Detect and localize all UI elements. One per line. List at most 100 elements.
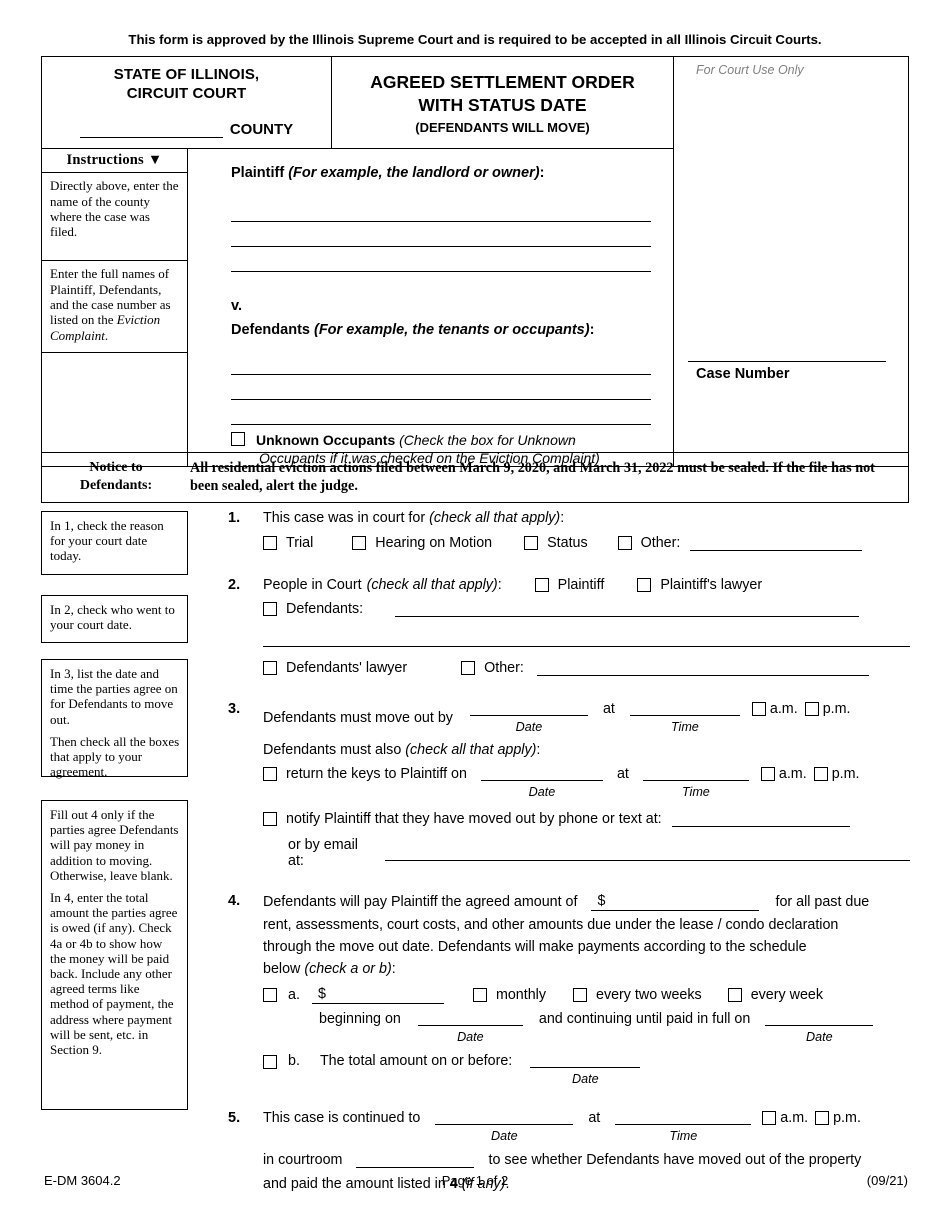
keys-date-caption: Date [528,785,556,800]
instruction-cell-names: Enter the full names of Plaintiff, Defen… [42,261,187,354]
notify-email-input[interactable] [385,846,910,861]
item-1-option-trial[interactable]: Trial [263,535,313,551]
frequency-monthly-option[interactable]: monthly [472,987,546,1003]
unknown-occupants-checkbox[interactable] [231,432,245,447]
plaintiff-hint: (For example, the landlord or owner) [288,165,540,182]
plaintiff-label: Plaintiff (For example, the landlord or … [231,165,545,182]
defendants-present-checkbox[interactable] [263,602,277,616]
item-3-also-lead: Defendants must also (check all that app… [263,742,910,758]
return-keys-checkbox[interactable] [263,767,277,782]
item-1-option-hearing[interactable]: Hearing on Motion [352,535,492,551]
notice-label-line-2: Defendants: [79,477,153,493]
trial-label: Trial [286,535,314,551]
keys-date-input[interactable] [480,766,603,782]
court-identification: STATE OF ILLINOIS, CIRCUIT COURT COUNTY [42,57,332,149]
plaintiff-input-line-2[interactable] [231,222,651,248]
defendants-present-input-2[interactable] [263,632,910,647]
final-date-field: Date [765,1011,874,1044]
notice-label: Notice to Defendants: [42,459,190,495]
defendants-input-line-1[interactable] [231,350,651,376]
notify-checkbox[interactable] [263,812,277,827]
item-5-number: 5. [228,1109,241,1126]
plaintiff-present-checkbox[interactable] [534,578,549,592]
continued-time-input[interactable] [615,1110,752,1125]
plaintiff-lawyer-checkbox[interactable] [637,578,652,592]
final-date-input[interactable] [765,1011,874,1027]
moveout-time-input[interactable] [629,701,740,716]
defendants-input-line-3[interactable] [231,400,651,426]
keys-pm-checkbox[interactable] [813,767,828,782]
total-due-date-input[interactable] [530,1053,641,1068]
keys-pm-label: p.m. [831,766,860,783]
moveout-pm-label: p.m. [822,701,851,717]
item-1-option-other[interactable]: Other: [617,535,680,551]
defendants-present-input-1[interactable] [395,602,860,617]
item-4-text-e-colon: : [391,961,396,978]
moveout-am-option[interactable]: a.m. [751,701,798,717]
option-a-checkbox[interactable] [263,988,277,1003]
item-4-text-a: Defendants will pay Plaintiff the agreed… [263,894,578,911]
keys-am-checkbox[interactable] [760,767,775,782]
item-3: 3. Defendants must move out by Date at T… [228,701,910,869]
item-1-option-status[interactable]: Status [524,535,588,551]
defendants-lawyer-checkbox[interactable] [263,661,277,675]
county-input-blank[interactable] [79,122,223,139]
continued-pm-option[interactable]: p.m. [815,1110,861,1126]
instruction-text-names-tail: . [104,327,109,343]
instruction-cell-empty [42,353,187,419]
item-4a-schedule-row: beginning on Date and continuing until p… [263,1011,910,1044]
continued-pm-checkbox[interactable] [815,1110,830,1125]
other-person-checkbox[interactable] [461,661,476,675]
item-2-option-other[interactable]: Other: [461,660,524,676]
other-reason-input[interactable] [690,536,863,551]
other-person-input[interactable] [536,661,869,676]
keys-pm-option[interactable]: p.m. [813,766,860,783]
item-2-option-defendants-lawyer[interactable]: Defendants' lawyer [263,660,407,676]
plaintiff-input-line-1[interactable] [231,197,651,223]
installment-amount-input[interactable]: $ [311,986,444,1005]
keys-am-option[interactable]: a.m. [760,766,807,782]
plaintiff-input-line-3[interactable] [231,247,651,273]
moveout-pm-option[interactable]: p.m. [804,701,851,717]
agreed-amount-input[interactable]: $ [591,893,760,912]
continued-am-checkbox[interactable] [762,1110,777,1125]
moveout-date-input[interactable] [469,701,588,716]
keys-time-input[interactable] [642,766,749,782]
item-3-notify-row: notify Plaintiff that they have moved ou… [263,811,910,827]
item-2-option-plaintiff[interactable]: Plaintiff [534,577,604,593]
trial-checkbox[interactable] [263,536,277,550]
hearing-on-motion-checkbox[interactable] [352,536,367,550]
other-reason-checkbox[interactable] [617,536,632,550]
total-due-date-caption: Date [571,1071,599,1086]
moveout-am-checkbox[interactable] [751,702,766,716]
option-b-checkbox[interactable] [263,1054,277,1069]
notify-option[interactable]: notify Plaintiff that they have moved ou… [263,811,662,827]
status-checkbox[interactable] [524,536,539,550]
courtroom-input[interactable] [356,1153,475,1168]
instructions-heading[interactable]: Instructions ▼ [42,149,187,174]
item-4-text-e-row: below (check a or b): [263,961,910,977]
item-3-at-label: at [602,701,615,717]
item-2-option-defendants[interactable]: Defendants: [263,601,363,617]
monthly-checkbox[interactable] [472,988,487,1003]
form-title-line-3: (DEFENDANTS WILL MOVE) [415,119,590,135]
notify-phone-input[interactable] [671,812,850,827]
moveout-pm-checkbox[interactable] [804,702,819,716]
item-2-lead-text: People in Court [263,577,362,593]
biweekly-checkbox[interactable] [573,988,587,1003]
case-number-label: Case Number [696,366,790,383]
continued-am-option[interactable]: a.m. [762,1110,808,1126]
frequency-biweekly-option[interactable]: every two weeks [573,987,702,1003]
return-keys-option[interactable]: return the keys to Plaintiff on [263,766,467,782]
notice-to-defendants: Notice to Defendants: All residential ev… [41,452,909,504]
item-3-keys-row: return the keys to Plaintiff on Date at … [263,766,910,799]
weekly-checkbox[interactable] [727,988,742,1003]
beginning-date-input[interactable] [417,1011,523,1027]
frequency-weekly-option[interactable]: every week [727,987,823,1003]
continued-date-input[interactable] [435,1110,574,1125]
continued-time-field: Time [615,1110,752,1143]
item-2-option-plaintiff-lawyer[interactable]: Plaintiff's lawyer [637,577,762,593]
unknown-occupants-text: Unknown Occupants (Check the box for Unk… [256,432,576,448]
moveout-date-field: Date [469,701,588,734]
defendants-input-line-2[interactable] [231,375,651,401]
